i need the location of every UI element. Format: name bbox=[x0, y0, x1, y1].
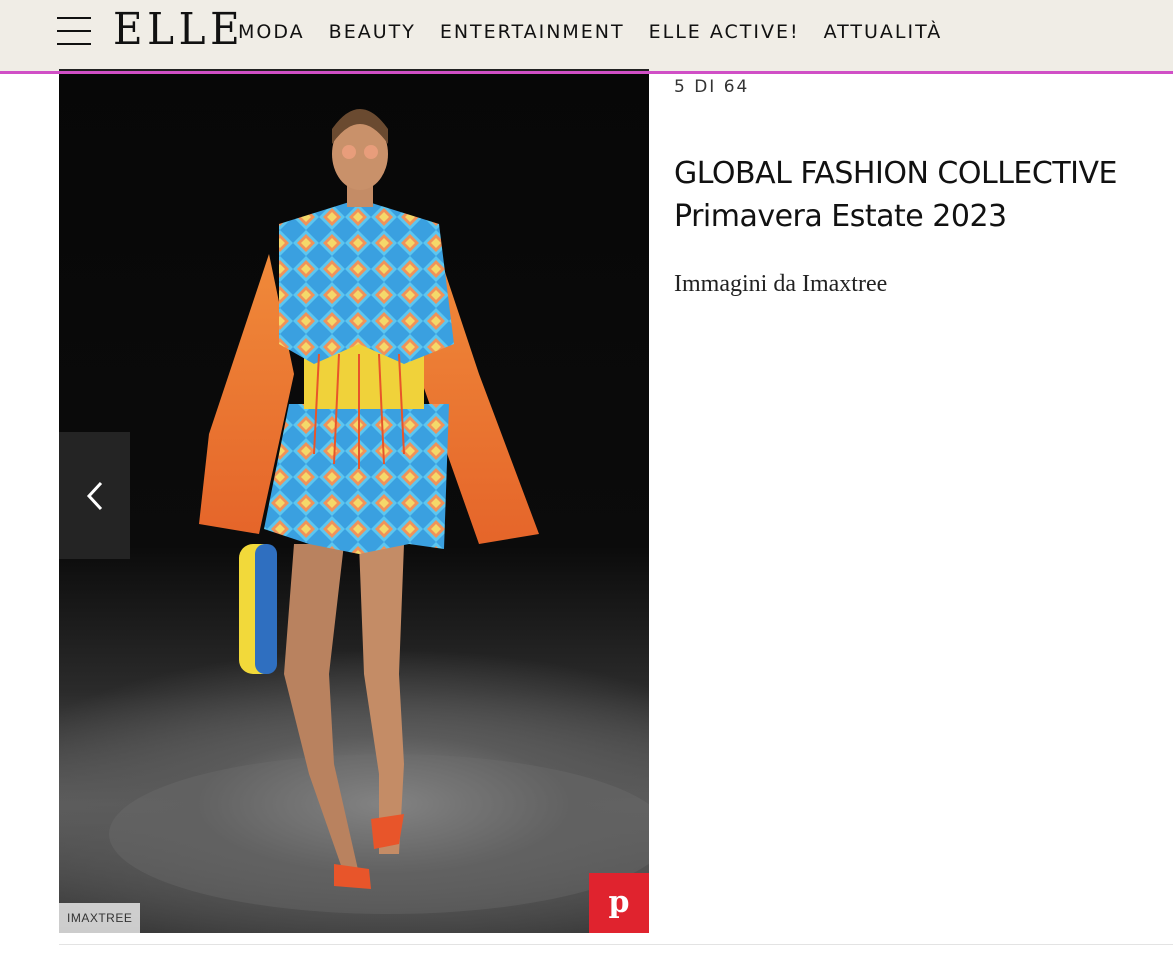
previous-slide-button[interactable] bbox=[59, 432, 130, 559]
gallery-image bbox=[59, 74, 649, 933]
gallery-top-rule bbox=[59, 69, 649, 71]
pinterest-share-button[interactable]: p bbox=[589, 873, 649, 933]
elle-logo[interactable]: ELLE bbox=[113, 4, 244, 56]
content-divider bbox=[59, 944, 1173, 945]
image-credit: IMAXTREE bbox=[59, 903, 141, 933]
slide-title: GLOBAL FASHION COLLECTIVE bbox=[674, 156, 1117, 191]
nav-item-attualita[interactable]: ATTUALITÀ bbox=[824, 18, 943, 46]
runway-photo bbox=[109, 109, 649, 914]
nav-item-beauty[interactable]: BEAUTY bbox=[329, 18, 416, 46]
slide-caption: Immagini da Imaxtree bbox=[674, 271, 888, 297]
nav-item-entertainment[interactable]: ENTERTAINMENT bbox=[440, 18, 625, 46]
site-header: ELLE MODA BEAUTY ENTERTAINMENT ELLE ACTI… bbox=[0, 0, 1173, 74]
menu-icon[interactable] bbox=[57, 16, 91, 46]
slide-counter: 5 DI 64 bbox=[674, 77, 750, 97]
chevron-left-icon bbox=[86, 481, 102, 510]
nav-item-moda[interactable]: MODA bbox=[238, 18, 305, 46]
slide-subtitle: Primavera Estate 2023 bbox=[674, 199, 1007, 234]
nav-item-elle-active[interactable]: ELLE ACTIVE! bbox=[649, 18, 800, 46]
main-nav: MODA BEAUTY ENTERTAINMENT ELLE ACTIVE! A… bbox=[238, 18, 966, 46]
pinterest-icon: p bbox=[608, 885, 630, 920]
